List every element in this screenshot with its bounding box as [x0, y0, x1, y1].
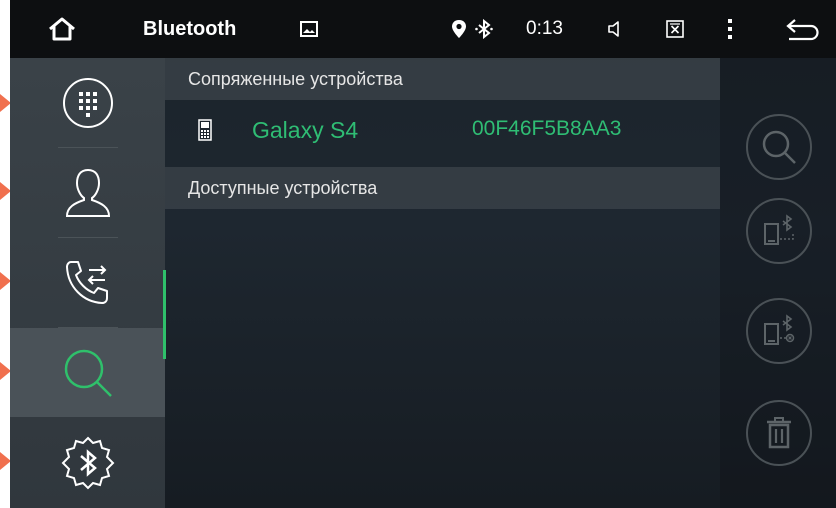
contact-icon	[65, 168, 110, 217]
sidebar	[10, 58, 165, 508]
clock: 0:13	[526, 18, 563, 39]
app-title: Bluetooth	[143, 17, 237, 40]
volume-icon[interactable]	[602, 0, 628, 58]
home-icon	[49, 17, 75, 41]
sidebar-item-call-log[interactable]	[10, 238, 165, 327]
close-box-icon[interactable]	[662, 0, 688, 58]
more-vert-icon[interactable]	[720, 0, 740, 58]
home-button[interactable]	[40, 0, 84, 58]
bluetooth-icon	[472, 0, 496, 58]
sidebar-item-search-devices[interactable]	[10, 328, 165, 417]
device-row[interactable]: Galaxy S4 00F46F5B8AA3	[165, 103, 720, 165]
app-screen: Bluetooth 0:13 Сопряженные устройства Ga…	[10, 0, 836, 508]
dialpad-icon	[62, 77, 113, 128]
phone-icon	[198, 119, 212, 141]
back-button[interactable]	[778, 0, 828, 58]
sidebar-item-contacts[interactable]	[10, 148, 165, 237]
search-icon	[64, 349, 112, 397]
back-icon	[786, 19, 819, 41]
disconnect-device-button[interactable]	[746, 298, 812, 364]
disconnect-device-icon	[764, 314, 795, 345]
delete-button[interactable]	[746, 400, 812, 466]
image-icon	[296, 0, 322, 58]
sidebar-item-bt-settings[interactable]	[10, 418, 165, 507]
call-transfer-icon	[65, 260, 108, 304]
location-icon	[448, 0, 470, 58]
search-button[interactable]	[746, 114, 812, 180]
action-column	[720, 58, 836, 508]
sidebar-item-dialpad[interactable]	[10, 58, 165, 147]
delete-icon	[767, 417, 791, 449]
connect-device-icon	[764, 214, 794, 245]
device-mac-address: 00F46F5B8AA3	[472, 117, 622, 140]
device-list-panel: Сопряженные устройства Galaxy S4 00F46F5…	[165, 58, 720, 508]
available-devices-header: Доступные устройства	[165, 167, 720, 209]
paired-devices-header: Сопряженные устройства	[165, 58, 720, 100]
search-icon	[762, 130, 796, 164]
bluetooth-settings-icon	[61, 436, 114, 489]
status-bar: Bluetooth 0:13	[10, 0, 836, 58]
connect-device-button[interactable]	[746, 198, 812, 264]
device-name: Galaxy S4	[252, 117, 359, 143]
